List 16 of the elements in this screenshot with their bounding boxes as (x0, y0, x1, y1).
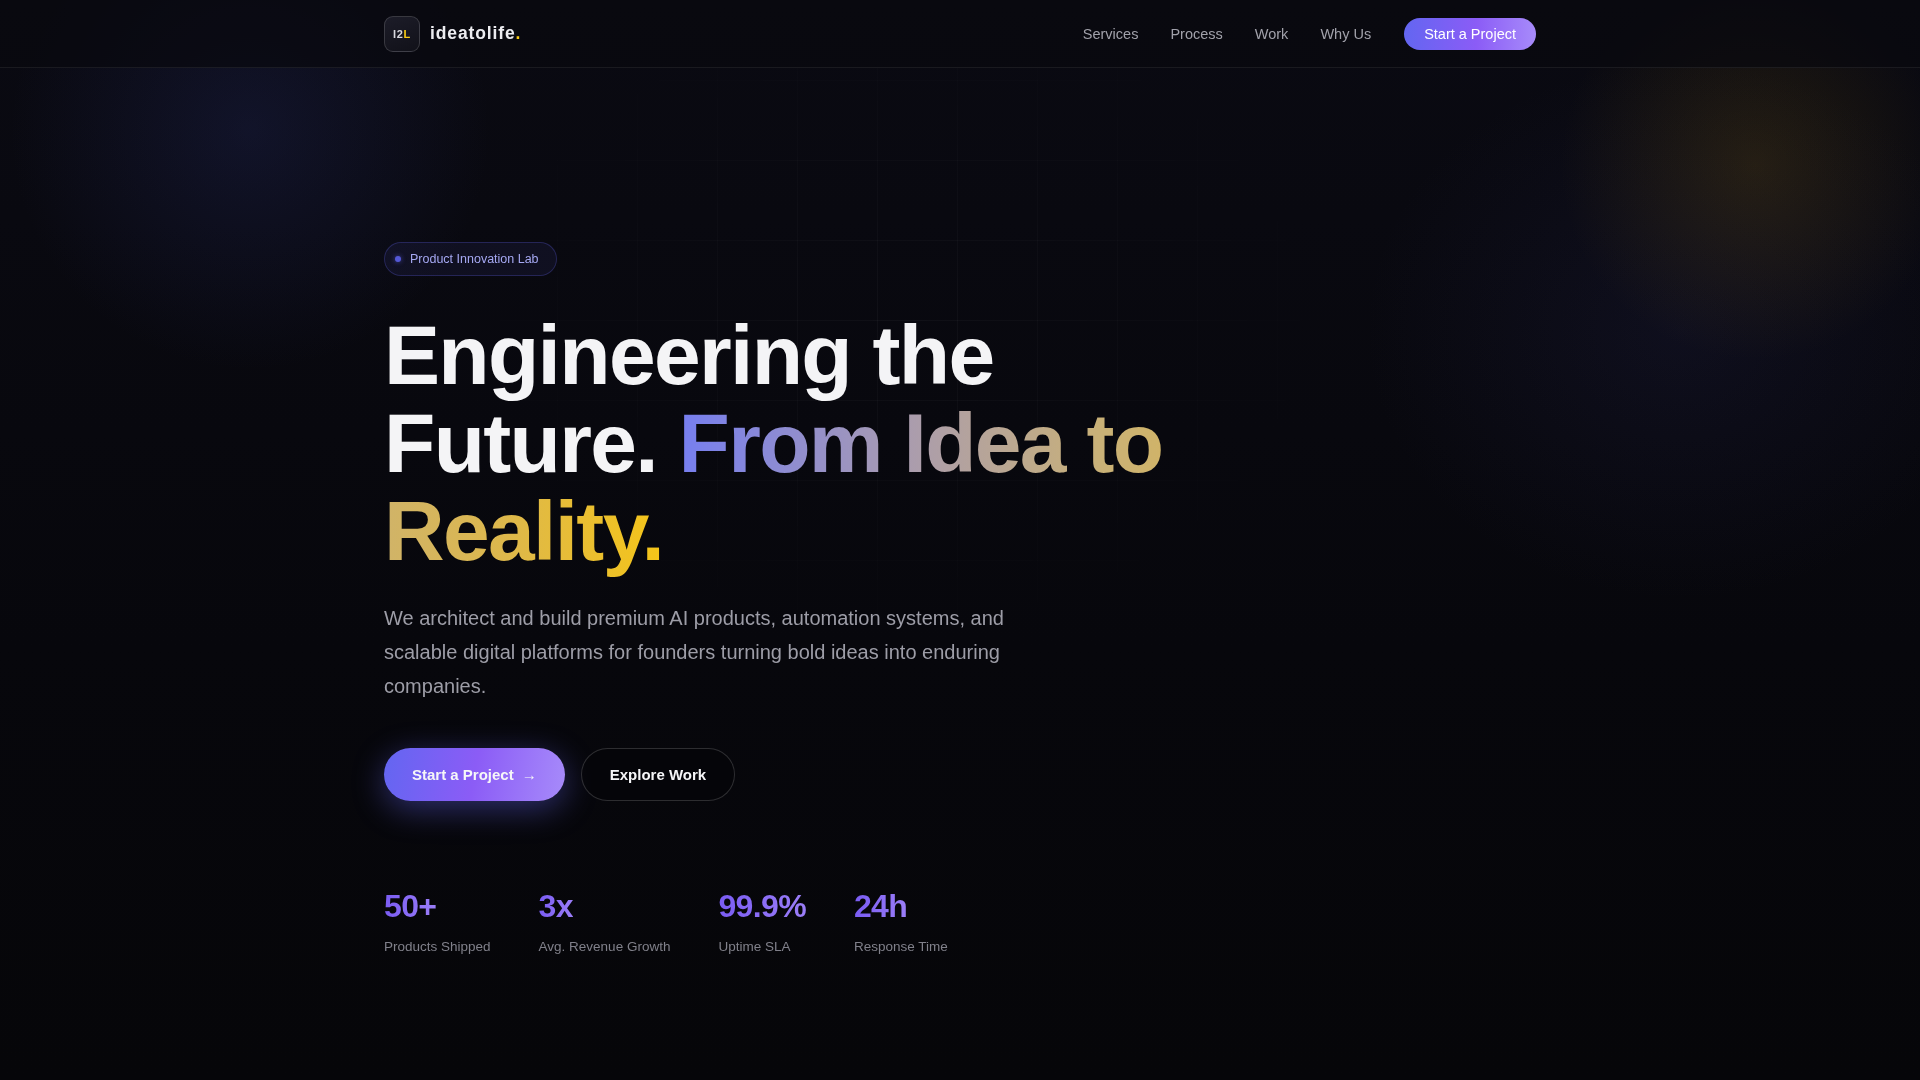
outline-button[interactable]: Explore Work (580, 748, 736, 801)
logo-mark[interactable]: I2L (384, 15, 420, 52)
nav-cta-button[interactable]: Start a Project (1404, 17, 1536, 50)
nav-link[interactable]: Services (1082, 25, 1139, 42)
nav-link[interactable]: Work (1254, 25, 1289, 42)
nav-link[interactable]: Why Us (1320, 25, 1372, 42)
brand-name[interactable]: ideatolife. (430, 23, 522, 44)
stat-label: Avg. Revenue Growth (538, 938, 671, 956)
dot-icon (395, 256, 401, 262)
stat-label: Products Shipped (384, 938, 491, 956)
pill-label: Product Innovation Lab (410, 252, 539, 266)
gradient-button[interactable]: Start a Project → (384, 748, 565, 801)
stat-label: Uptime SLA (718, 938, 792, 956)
hero-description: We architect and build premium AI products, automation systems, and scalable digital platforms for founders turning bold ideas into enduring companies. (384, 606, 1005, 699)
stat-label: Response Time (853, 938, 948, 956)
nav-link[interactable]: Process (1170, 25, 1223, 42)
